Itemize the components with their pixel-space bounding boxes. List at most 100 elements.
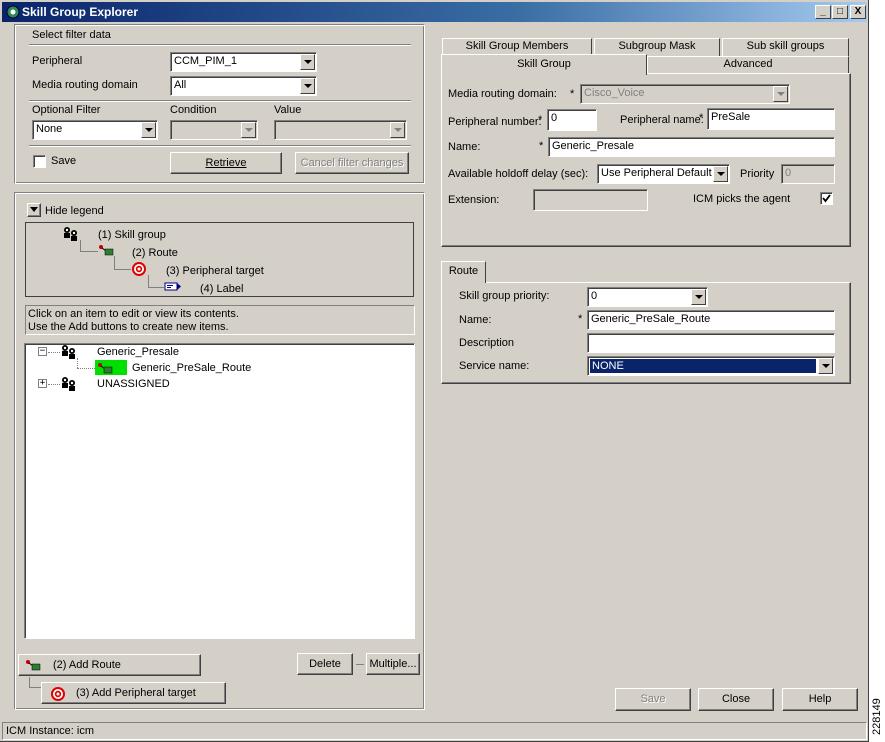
- priority-label: Priority: [740, 168, 775, 180]
- peripheral-select[interactable]: CCM_PIM_1: [170, 52, 317, 72]
- mrd-filter-select[interactable]: All: [170, 76, 317, 96]
- chevron-down-icon[interactable]: [300, 78, 315, 94]
- peripheral-value: CCM_PIM_1: [174, 55, 237, 67]
- peripheral-number-input[interactable]: 0: [547, 109, 597, 131]
- status-bar: ICM Instance: icm: [2, 722, 867, 740]
- chevron-down-icon[interactable]: [818, 358, 833, 374]
- hide-legend-toggle[interactable]: [27, 203, 41, 217]
- priority-input: 0: [781, 164, 835, 184]
- add-route-label: (2) Add Route: [53, 659, 121, 671]
- chevron-down-icon[interactable]: [141, 122, 156, 138]
- retrieve-button-label: Retrieve: [205, 157, 247, 169]
- save-button: Save: [615, 688, 691, 711]
- save-filter-checkbox[interactable]: [33, 155, 46, 168]
- sg-name-input[interactable]: Generic_Presale: [548, 137, 835, 157]
- route-description-input[interactable]: [587, 333, 835, 353]
- skill-group-tree[interactable]: − Generic_Presale Generic_PreSale_Route …: [24, 343, 415, 639]
- add-peripheral-target-label: (3) Add Peripheral target: [76, 687, 196, 699]
- delete-button[interactable]: Delete: [297, 653, 353, 675]
- chevron-down-icon[interactable]: [713, 166, 728, 182]
- connector: [29, 677, 30, 687]
- save-button-label: Save: [640, 693, 666, 705]
- service-name-select[interactable]: NONE: [587, 356, 835, 376]
- connector: [148, 287, 164, 288]
- route-description-label: Description: [459, 337, 515, 349]
- divider: [29, 44, 411, 46]
- chevron-down-icon: [773, 86, 788, 102]
- connector: [29, 687, 41, 688]
- title-bar[interactable]: Skill Group Explorer _ □ X: [2, 2, 867, 22]
- peripheral-number-label: Peripheral number:: [448, 116, 542, 128]
- mrd-filter-value: All: [174, 79, 187, 91]
- close-window-button[interactable]: X: [850, 5, 866, 19]
- value-label: Value: [274, 104, 302, 116]
- expand-toggle[interactable]: +: [38, 379, 47, 388]
- skill-group-icon: [62, 345, 75, 359]
- connector: [114, 256, 115, 269]
- tree-item-unassigned[interactable]: UNASSIGNED: [97, 378, 170, 390]
- filter-section-label: Select filter data: [32, 29, 111, 41]
- route-panel: Skill group priority: 0 Name: * Generic_…: [441, 282, 851, 384]
- multiple-button[interactable]: Multiple...: [366, 653, 420, 675]
- add-route-button[interactable]: (2) Add Route: [18, 654, 201, 676]
- collapse-toggle[interactable]: −: [38, 347, 47, 356]
- divider: [29, 100, 411, 102]
- service-name-value: NONE: [589, 358, 817, 374]
- close-button-label: Close: [721, 693, 751, 705]
- skill-group-icon: [62, 377, 75, 391]
- chevron-down-icon[interactable]: [300, 54, 315, 70]
- route-priority-select[interactable]: 0: [587, 287, 708, 307]
- filter-panel: Select filter data Peripheral CCM_PIM_1 …: [14, 24, 425, 184]
- cancel-filter-changes-button: Cancel filter changes: [295, 152, 409, 174]
- legend-item-peripheral-target: (3) Peripheral target: [166, 265, 264, 277]
- optional-filter-select[interactable]: None: [32, 120, 158, 140]
- tab-route[interactable]: Route: [441, 261, 486, 283]
- optional-filter-value: None: [36, 123, 63, 135]
- tree-item-generic-presale-route[interactable]: Generic_PreSale_Route: [132, 362, 251, 374]
- chevron-down-icon[interactable]: [691, 289, 706, 305]
- route-name-label: Name:: [459, 314, 492, 326]
- peripheral-label: Peripheral: [32, 55, 83, 67]
- retrieve-button[interactable]: Retrieve: [170, 152, 282, 174]
- legend-item-skill-group: (1) Skill group: [98, 229, 166, 241]
- instructions-line-2: Use the Add buttons to create new items.: [28, 321, 229, 333]
- tree-connector: [48, 384, 60, 385]
- sg-mrd-select: Cisco_Voice: [580, 84, 790, 104]
- route-icon: [26, 660, 41, 671]
- skill-group-explorer-window: Skill Group Explorer _ □ X Select filter…: [0, 0, 869, 742]
- tab-skill-group[interactable]: Skill Group: [441, 54, 647, 75]
- required-mark: *: [539, 140, 544, 152]
- window-title: Skill Group Explorer: [22, 5, 139, 19]
- hide-legend-label: Hide legend: [45, 205, 104, 217]
- route-icon: [98, 363, 113, 374]
- instructions-line-1: Click on an item to edit or view its con…: [28, 308, 239, 320]
- tree-connector: [77, 368, 95, 369]
- required-mark: *: [578, 313, 583, 325]
- tab-sub-skill-groups[interactable]: Sub skill groups: [722, 38, 849, 56]
- value-select: [274, 120, 407, 140]
- help-button[interactable]: Help: [782, 688, 858, 711]
- tree-item-generic-presale[interactable]: Generic_Presale: [97, 346, 179, 358]
- icm-picks-agent-checkbox[interactable]: [820, 192, 833, 205]
- peripheral-target-icon: [132, 262, 146, 276]
- minimize-button[interactable]: _: [815, 5, 831, 19]
- status-text: ICM Instance: icm: [6, 725, 95, 737]
- tree-connector: [48, 352, 60, 353]
- app-icon: [6, 5, 20, 19]
- divider: [29, 145, 411, 147]
- optional-filter-label: Optional Filter: [32, 104, 101, 116]
- maximize-button[interactable]: □: [832, 5, 848, 19]
- sg-mrd-value: Cisco_Voice: [584, 87, 645, 99]
- add-peripheral-target-button[interactable]: (3) Add Peripheral target: [41, 682, 226, 704]
- extension-input: [533, 189, 648, 211]
- holdoff-select[interactable]: Use Peripheral Default: [597, 164, 730, 184]
- sg-mrd-label: Media routing domain:: [448, 88, 557, 100]
- extension-label: Extension:: [448, 194, 500, 206]
- label-icon: [164, 282, 181, 291]
- peripheral-name-input[interactable]: PreSale: [707, 108, 835, 130]
- save-filter-label: Save: [51, 155, 77, 167]
- route-name-input[interactable]: Generic_PreSale_Route: [587, 310, 835, 330]
- tab-advanced[interactable]: Advanced: [647, 56, 849, 74]
- connector: [148, 275, 149, 287]
- close-button[interactable]: Close: [698, 688, 774, 711]
